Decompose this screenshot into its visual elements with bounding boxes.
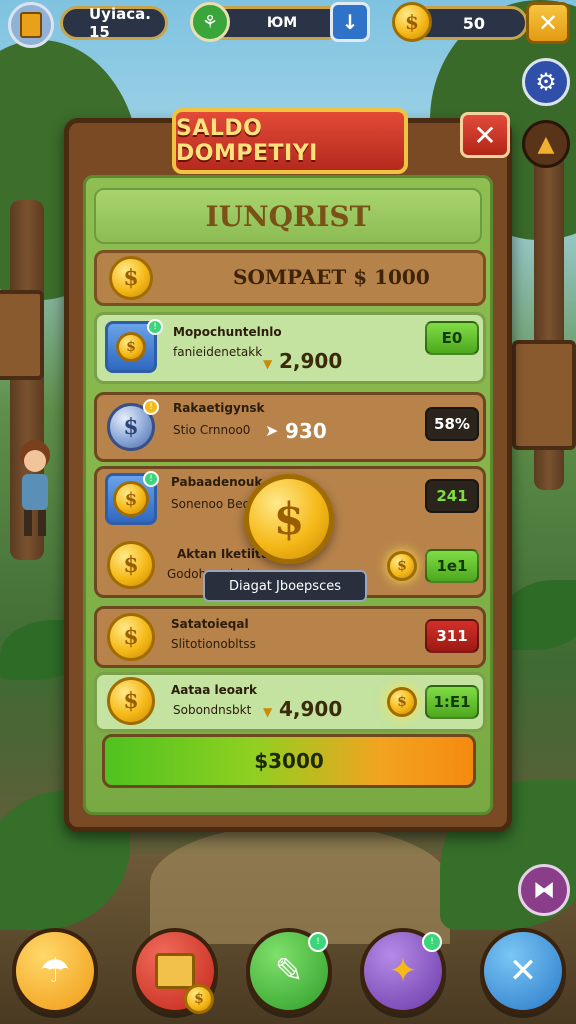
profile-level-pill[interactable]: Uyiaca. 15 bbox=[60, 5, 168, 41]
row-name: Mopochuntelnlo bbox=[173, 325, 282, 339]
coin-icon: $ bbox=[184, 984, 214, 1014]
new-badge: ! bbox=[147, 319, 163, 335]
coin-icon: $ bbox=[109, 256, 153, 300]
list-item[interactable]: $ ! Rakaetigynsk Stio Crnnoo0 ➤ 930 58% bbox=[94, 392, 486, 462]
row-amount: 2,900 bbox=[279, 349, 343, 373]
close-top-button[interactable]: ✕ bbox=[526, 2, 570, 44]
big-gold-coin-icon: $ bbox=[244, 474, 334, 564]
row-name: Aktan Iketiitt bbox=[177, 547, 267, 561]
profile-avatar[interactable] bbox=[8, 2, 54, 48]
row-badge[interactable]: 58% bbox=[425, 407, 479, 441]
row-desc: Sobondnsbkt bbox=[173, 703, 252, 717]
row-badge[interactable]: 241 bbox=[425, 479, 479, 513]
list-item[interactable]: $ ! Mopochuntelnlo fanieidenetakk ▼ 2,90… bbox=[94, 312, 486, 384]
notification-badge: ! bbox=[422, 932, 442, 952]
collapse-button[interactable]: ▲ bbox=[522, 120, 570, 168]
top-bar: Uyiaca. 15 ЮМ ⚘ ↓ 50 $ ✕ bbox=[0, 0, 576, 48]
arrow-down-icon: ▼ bbox=[263, 357, 273, 371]
list-item[interactable]: $ Satatoieqal Slitotionobltss 311 bbox=[94, 606, 486, 668]
row-name: Aataa leoark bbox=[171, 683, 257, 697]
total-progress-bar[interactable]: $3000 bbox=[102, 734, 476, 788]
cancel-button[interactable]: ✕ bbox=[480, 928, 566, 1014]
row-desc: Stio Crnnoo0 bbox=[173, 423, 251, 437]
brush-icon: ✦ bbox=[388, 951, 418, 991]
progress-label: $3000 bbox=[254, 749, 324, 773]
settings-gear-button[interactable]: ⚙ bbox=[522, 58, 570, 106]
row-badge[interactable]: E0 bbox=[425, 321, 479, 355]
center-resource-label: ЮМ bbox=[266, 15, 298, 31]
row-amount: 4,900 bbox=[279, 697, 343, 721]
total-balance-label: SOMPAET $ 1000 bbox=[233, 265, 430, 289]
notification-badge: ! bbox=[308, 932, 328, 952]
row-name: Pabaadenouk bbox=[171, 475, 263, 489]
wrench-icon: ✎ bbox=[274, 951, 304, 991]
dialog-subtitle: IUNQRIST bbox=[94, 188, 482, 244]
profile-level-label: Uyiaca. 15 bbox=[89, 5, 151, 41]
new-badge: ! bbox=[143, 399, 159, 415]
row-badge[interactable]: 1e1 bbox=[425, 549, 479, 583]
coin-icon: $ bbox=[107, 677, 155, 725]
coin-icon: $ bbox=[107, 613, 155, 661]
tooltip: Diagat Jboepsces bbox=[203, 570, 367, 602]
total-balance-row: $ SOMPAET $ 1000 bbox=[94, 250, 486, 306]
cursor-arrow-icon: ➤ bbox=[265, 421, 279, 440]
dialog-title: SALDO DOMPETIYI bbox=[172, 108, 408, 174]
download-button[interactable]: ↓ bbox=[330, 2, 370, 42]
treasure-book-icon bbox=[20, 12, 42, 38]
new-badge: ! bbox=[143, 471, 159, 487]
glowing-coin-icon: $ bbox=[387, 687, 417, 717]
close-icon: ✕ bbox=[508, 951, 538, 991]
coin-icon: $ bbox=[392, 2, 432, 42]
row-name: Satatoieqal bbox=[171, 617, 249, 631]
glowing-coin-icon: $ bbox=[387, 551, 417, 581]
list-item[interactable]: $ Aataa leoark Sobondnsbkt ▼ 4,900 $ 1:E… bbox=[94, 672, 486, 732]
row-desc: Slitotionobltss bbox=[171, 637, 256, 651]
coin-balance-value: 50 bbox=[462, 13, 485, 33]
hat-icon: ☂ bbox=[39, 951, 71, 991]
row-badge[interactable]: 311 bbox=[425, 619, 479, 653]
coin-icon: $ bbox=[107, 541, 155, 589]
dialog-close-button[interactable]: ✕ bbox=[460, 112, 510, 158]
row-desc: fanieidenetakk bbox=[173, 345, 263, 359]
row-name: Rakaetigynsk bbox=[173, 401, 265, 415]
row-badge[interactable]: 1:E1 bbox=[425, 685, 479, 719]
map-icon bbox=[155, 953, 195, 989]
puzzle-button[interactable]: ⧓ bbox=[518, 864, 570, 916]
villager-character bbox=[14, 440, 54, 540]
row-amount: 930 bbox=[285, 419, 327, 443]
leaf-resource-icon: ⚘ bbox=[190, 2, 230, 42]
hat-button[interactable]: ☂ bbox=[12, 928, 98, 1014]
arrow-down-icon: ▼ bbox=[263, 705, 273, 719]
